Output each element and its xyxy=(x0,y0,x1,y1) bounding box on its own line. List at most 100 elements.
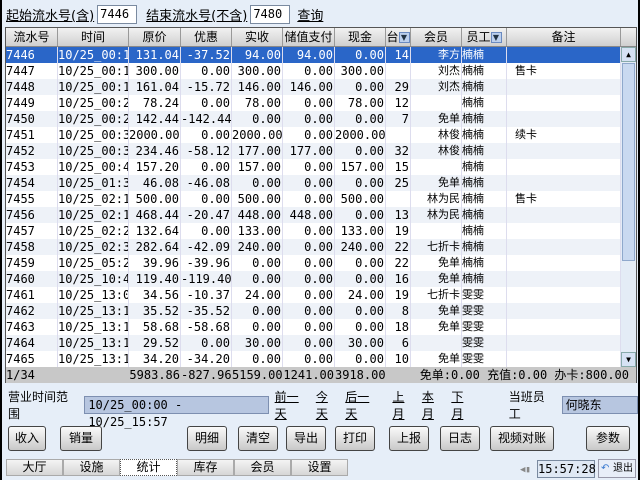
cell-discount: 0.00 xyxy=(181,95,232,111)
cell-discount: -42.09 xyxy=(181,239,232,255)
cell-original: 34.20 xyxy=(129,351,181,367)
filter-dropdown-icon[interactable]: ▼ xyxy=(490,32,502,43)
table-row[interactable]: 744610/25_00:10131.04-37.5294.0094.000.0… xyxy=(6,47,621,63)
cell-discount: -34.20 xyxy=(181,351,232,367)
cell-note: 续卡 xyxy=(507,127,621,143)
detail-button[interactable]: 明细 xyxy=(187,426,227,451)
cell-table: 14 xyxy=(386,47,411,63)
table-row[interactable]: 746210/25_13:1435.52-35.520.000.000.008免… xyxy=(6,303,621,319)
tab-0[interactable]: 大厅 xyxy=(6,459,63,476)
cell-cash: 0.00 xyxy=(335,79,386,95)
cell-original: 131.04 xyxy=(129,47,181,63)
table-row[interactable]: 746010/25_10:41119.40-119.400.000.000.00… xyxy=(6,271,621,287)
column-header[interactable]: 流水号 xyxy=(6,28,58,46)
column-header[interactable]: 台 ▼ xyxy=(386,28,411,46)
speaker-icon: ◀▮ xyxy=(520,465,531,475)
table-row[interactable]: 746310/25_13:1558.68-58.680.000.000.0018… xyxy=(6,319,621,335)
table-row[interactable]: 745810/25_02:31282.64-42.09240.000.00240… xyxy=(6,239,621,255)
column-header[interactable]: 备注 xyxy=(507,28,621,46)
cell-serial: 7460 xyxy=(6,271,58,287)
column-header[interactable]: 时间 xyxy=(58,28,129,46)
column-header[interactable]: 原价 xyxy=(129,28,181,46)
scroll-thumb[interactable] xyxy=(622,63,635,261)
table-row[interactable]: 745310/25_00:42157.200.00157.000.00157.0… xyxy=(6,159,621,175)
vertical-scrollbar[interactable]: ▲ ▼ xyxy=(621,47,636,367)
income-button[interactable]: 收入 xyxy=(8,426,46,451)
table-row[interactable]: 745210/25_00:37234.46-58.12177.00177.000… xyxy=(6,143,621,159)
scroll-up-icon[interactable]: ▲ xyxy=(621,47,636,62)
cell-table: 10 xyxy=(386,351,411,367)
start-serial-input[interactable] xyxy=(97,4,138,24)
time-range-value[interactable]: 10/25_00:00 - 10/25_15:57 xyxy=(84,396,269,429)
link-next-day[interactable]: 后一天 xyxy=(345,388,380,422)
cell-staff: 雯雯 xyxy=(462,287,507,303)
tab-1[interactable]: 设施 xyxy=(63,459,120,476)
link-prev-month[interactable]: 上月 xyxy=(392,388,415,422)
cell-time: 10/25_00:10 xyxy=(58,47,129,63)
clear-button[interactable]: 清空 xyxy=(238,426,278,451)
cell-staff: 楠楠 xyxy=(462,223,507,239)
cell-serial: 7461 xyxy=(6,287,58,303)
video-reconcile-button[interactable]: 视频对账 xyxy=(490,426,554,451)
column-header[interactable]: 员工 ▼ xyxy=(462,28,507,46)
column-header[interactable]: 优惠 xyxy=(181,28,232,46)
scroll-down-icon[interactable]: ▼ xyxy=(621,352,636,367)
table-row[interactable]: 745010/25_00:27142.44-142.440.000.000.00… xyxy=(6,111,621,127)
end-serial-input[interactable] xyxy=(250,4,291,24)
column-header[interactable]: 现金 xyxy=(335,28,386,46)
cell-staff: 楠楠 xyxy=(462,111,507,127)
table-row[interactable]: 746510/25_13:1834.20-34.200.000.000.0010… xyxy=(6,351,621,367)
footer-original: 5983.86 xyxy=(129,368,180,382)
table-row[interactable]: 745110/25_00:362000.000.002000.000.00200… xyxy=(6,127,621,143)
cell-note xyxy=(507,287,621,303)
cell-stored: 0.00 xyxy=(283,239,335,255)
link-this-month[interactable]: 本月 xyxy=(422,388,445,422)
clock: 15:57:28 xyxy=(537,460,596,478)
table-row[interactable]: 744910/25_00:2678.240.0078.000.0078.0012… xyxy=(6,95,621,111)
staff-value[interactable]: 何晓东 xyxy=(561,396,638,414)
column-header[interactable]: 储值支付 xyxy=(283,28,335,46)
cell-time: 10/25_13:16 xyxy=(58,335,129,351)
table-row[interactable]: 745710/25_02:21132.640.00133.000.00133.0… xyxy=(6,223,621,239)
table-row[interactable]: 744710/25_00:14300.000.00300.000.00300.0… xyxy=(6,63,621,79)
table-row[interactable]: 746410/25_13:1629.520.0030.000.0030.006雯… xyxy=(6,335,621,351)
table-row[interactable]: 745510/25_02:14500.000.00500.000.00500.0… xyxy=(6,191,621,207)
table-row[interactable]: 745910/25_05:2539.96-39.960.000.000.0022… xyxy=(6,255,621,271)
tab-4[interactable]: 会员 xyxy=(234,459,291,476)
table-row[interactable]: 745610/25_02:15468.44-20.47448.00448.000… xyxy=(6,207,621,223)
exit-button[interactable]: ↶ 退出 xyxy=(598,459,636,478)
cell-serial: 7452 xyxy=(6,143,58,159)
cell-original: 234.46 xyxy=(129,143,181,159)
column-header[interactable]: 实收 xyxy=(232,28,283,46)
cell-serial: 7464 xyxy=(6,335,58,351)
tab-2[interactable]: 统计 xyxy=(120,459,177,476)
cell-received: 94.00 xyxy=(232,47,283,63)
filter-dropdown-icon[interactable]: ▼ xyxy=(398,32,410,43)
table-row[interactable]: 745410/25_01:3346.08-46.080.000.000.0025… xyxy=(6,175,621,191)
link-prev-day[interactable]: 前一天 xyxy=(275,388,310,422)
column-header[interactable]: 会员 xyxy=(411,28,462,46)
cell-original: 161.04 xyxy=(129,79,181,95)
table-row[interactable]: 744810/25_00:14161.04-15.72146.00146.000… xyxy=(6,79,621,95)
cell-note xyxy=(507,351,621,367)
tab-5[interactable]: 设置 xyxy=(291,459,348,476)
cell-staff: 楠楠 xyxy=(462,95,507,111)
export-button[interactable]: 导出 xyxy=(286,426,326,451)
link-next-month[interactable]: 下月 xyxy=(451,388,474,422)
cell-table: 25 xyxy=(386,175,411,191)
column-header-label: 储值支付 xyxy=(284,30,333,44)
query-link[interactable]: 查询 xyxy=(297,5,323,24)
sales-button[interactable]: 销量 xyxy=(60,426,102,451)
settings-button[interactable]: 参数 xyxy=(586,426,630,451)
cell-note xyxy=(507,175,621,191)
print-button[interactable]: 打印 xyxy=(335,426,375,451)
log-button[interactable]: 日志 xyxy=(440,426,480,451)
table-row[interactable]: 746110/25_13:0534.56-10.3724.000.0024.00… xyxy=(6,287,621,303)
tab-3[interactable]: 库存 xyxy=(177,459,234,476)
cell-cash: 0.00 xyxy=(335,111,386,127)
cell-received: 177.00 xyxy=(232,143,283,159)
cell-stored: 0.00 xyxy=(283,95,335,111)
cell-note xyxy=(507,335,621,351)
link-today[interactable]: 今天 xyxy=(316,388,339,422)
report-button[interactable]: 上报 xyxy=(389,426,429,451)
